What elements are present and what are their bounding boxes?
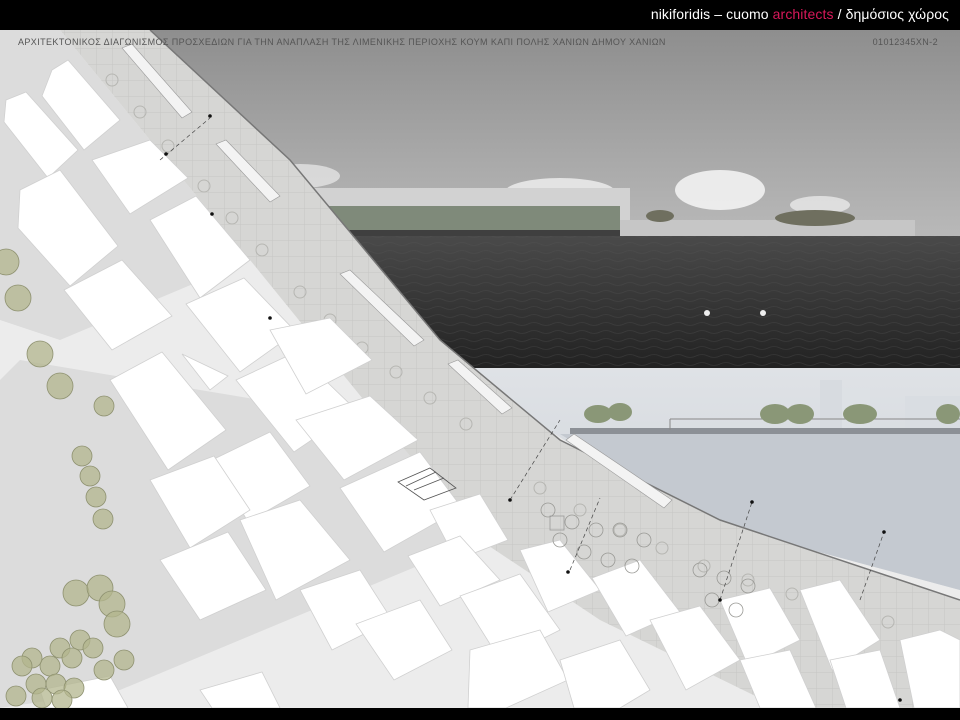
firm-name: nikiforidis – cuomo bbox=[650, 6, 769, 22]
site-plan-drawing bbox=[0, 30, 960, 708]
firm-highlight: architects bbox=[772, 6, 834, 22]
brand-separator: / bbox=[837, 6, 842, 22]
competition-title: ΑΡΧΙΤΕΚΤΟΝΙΚΟΣ ΔΙΑΓΩΝΙΣΜΟΣ ΠΡΟΣΧΕΔΙΩΝ ΓΙ… bbox=[18, 37, 666, 47]
entry-code: 01012345XN-2 bbox=[872, 37, 938, 47]
footer-bar bbox=[0, 708, 960, 720]
header-bar: nikiforidis – cuomo architects / δημόσιο… bbox=[0, 0, 960, 30]
presentation-sheet: nikiforidis – cuomo architects / δημόσιο… bbox=[0, 0, 960, 720]
brand-line: nikiforidis – cuomo architects / δημόσιο… bbox=[651, 6, 949, 22]
category-label: δημόσιος χώρος bbox=[845, 6, 949, 22]
drawing-board bbox=[0, 30, 960, 708]
